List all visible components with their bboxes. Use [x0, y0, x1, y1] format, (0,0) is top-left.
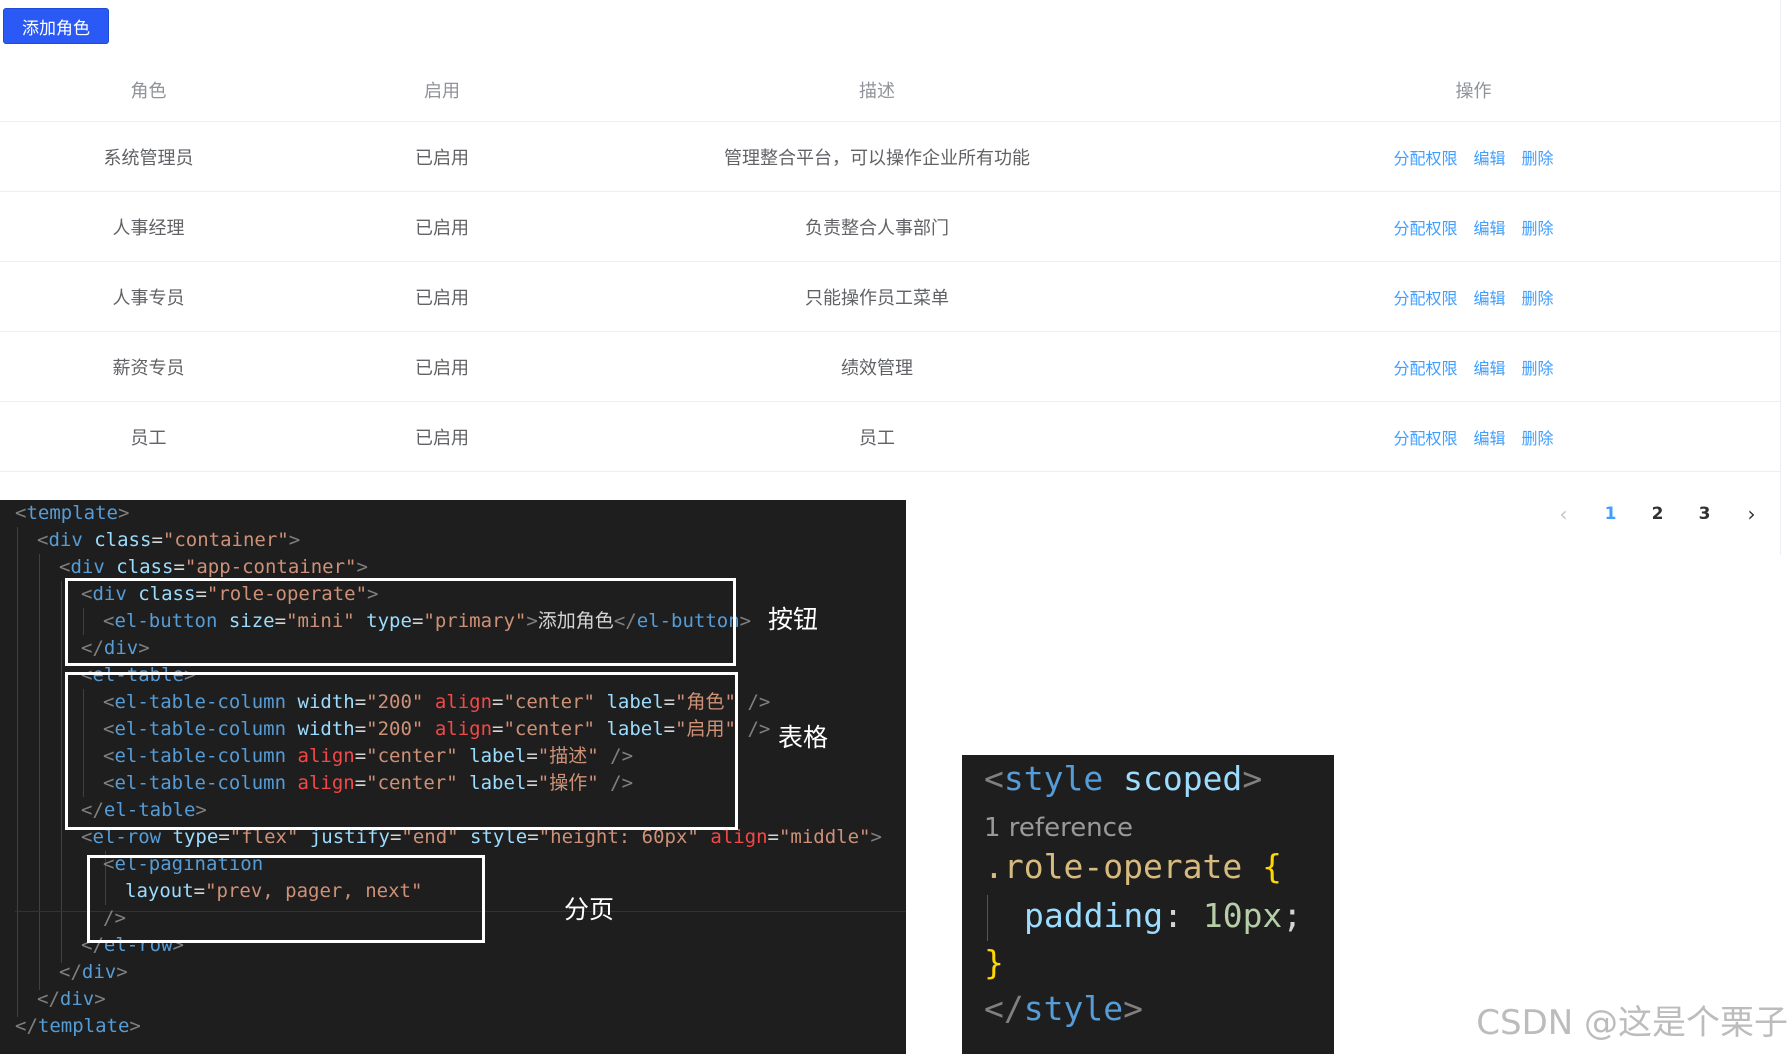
page-1[interactable]: 1	[1587, 504, 1634, 524]
description-cell: 绩效管理	[841, 357, 913, 379]
delete-link[interactable]: 删除	[1522, 355, 1554, 379]
enabled-cell: 已启用	[415, 357, 469, 379]
description-cell: 管理整合平台，可以操作企业所有功能	[724, 147, 1030, 169]
description-cell: 负责整合人事部门	[805, 217, 949, 239]
role-cell: 人事经理	[112, 217, 185, 239]
table-row: 员工 已启用 员工 分配权限 编辑 删除	[0, 402, 1780, 472]
code-line: </div>	[37, 988, 106, 1010]
reference-count: 1 reference	[984, 813, 1133, 843]
delete-link[interactable]: 删除	[1522, 285, 1554, 309]
enabled-cell: 已启用	[415, 287, 469, 309]
pagination-annotation: 分页	[564, 895, 615, 924]
header-operations: 操作	[1455, 80, 1492, 102]
code-line: <div class="container">	[37, 529, 301, 551]
delete-link[interactable]: 删除	[1522, 215, 1554, 239]
code-line: </template>	[15, 1015, 141, 1037]
chevron-right-icon[interactable]: ›	[1728, 502, 1775, 526]
style-line: }	[984, 943, 1004, 982]
role-cell: 人事专员	[112, 287, 185, 309]
page-2[interactable]: 2	[1634, 504, 1681, 524]
enabled-cell: 已启用	[415, 427, 469, 449]
style-line: <style scoped>	[984, 759, 1263, 798]
table-row: 薪资专员 已启用 绩效管理 分配权限 编辑 删除	[0, 332, 1780, 402]
add-role-button[interactable]: 添加角色	[3, 8, 109, 44]
assign-permission-link[interactable]: 分配权限	[1393, 425, 1457, 449]
table-header: 角色 启用 描述 操作	[0, 58, 1780, 122]
operations-cell: 分配权限 编辑 删除	[1167, 285, 1780, 309]
panel-divider	[1780, 0, 1781, 555]
indent-guide	[61, 581, 62, 963]
code-line: <template>	[15, 502, 130, 524]
page-3[interactable]: 3	[1681, 504, 1728, 524]
indent-guide	[39, 554, 40, 990]
assign-permission-link[interactable]: 分配权限	[1393, 145, 1457, 169]
indent-guide	[987, 895, 988, 941]
assign-permission-link[interactable]: 分配权限	[1393, 215, 1457, 239]
header-enabled: 启用	[424, 80, 460, 102]
pagination-highlight-box	[87, 855, 485, 943]
indent-guide	[17, 527, 18, 1017]
assign-permission-link[interactable]: 分配权限	[1393, 285, 1457, 309]
delete-link[interactable]: 删除	[1522, 425, 1554, 449]
roles-table: 角色 启用 描述 操作 系统管理员 已启用 管理整合平台，可以操作企业所有功能 …	[0, 58, 1780, 472]
code-line: <div class="app-container">	[59, 556, 368, 578]
table-annotation: 表格	[778, 723, 829, 752]
table-row: 人事经理 已启用 负责整合人事部门 分配权限 编辑 删除	[0, 192, 1780, 262]
edit-link[interactable]: 编辑	[1473, 215, 1505, 239]
description-cell: 员工	[859, 427, 895, 449]
header-description: 描述	[859, 80, 895, 102]
style-line: padding: 10px;	[1024, 896, 1303, 935]
style-code-panel: <style scoped> 1 reference .role-operate…	[962, 755, 1334, 1054]
role-cell: 系统管理员	[103, 147, 194, 169]
description-cell: 只能操作员工菜单	[805, 287, 949, 309]
table-row: 系统管理员 已启用 管理整合平台，可以操作企业所有功能 分配权限 编辑 删除	[0, 122, 1780, 192]
operations-cell: 分配权限 编辑 删除	[1167, 145, 1780, 169]
edit-link[interactable]: 编辑	[1473, 145, 1505, 169]
enabled-cell: 已启用	[415, 217, 469, 239]
style-line: </style>	[984, 989, 1143, 1028]
assign-permission-link[interactable]: 分配权限	[1393, 355, 1457, 379]
enabled-cell: 已启用	[415, 147, 469, 169]
header-role: 角色	[130, 80, 167, 102]
table-highlight-box	[65, 672, 738, 830]
chevron-left-icon[interactable]: ‹	[1540, 502, 1587, 526]
code-editor-panel: <template> <div class="container"> <div …	[0, 500, 906, 1054]
edit-link[interactable]: 编辑	[1473, 285, 1505, 309]
operations-cell: 分配权限 编辑 删除	[1167, 425, 1780, 449]
delete-link[interactable]: 删除	[1522, 145, 1554, 169]
operations-cell: 分配权限 编辑 删除	[1167, 355, 1780, 379]
button-highlight-box	[65, 578, 736, 666]
pagination: ‹ 1 2 3 ›	[1540, 498, 1775, 530]
role-cell: 薪资专员	[112, 357, 185, 379]
operations-cell: 分配权限 编辑 删除	[1167, 215, 1780, 239]
edit-link[interactable]: 编辑	[1473, 355, 1505, 379]
edit-link[interactable]: 编辑	[1473, 425, 1505, 449]
style-line: .role-operate {	[984, 847, 1283, 886]
table-row: 人事专员 已启用 只能操作员工菜单 分配权限 编辑 删除	[0, 262, 1780, 332]
code-line: </div>	[59, 961, 128, 983]
button-annotation: 按钮	[768, 605, 819, 634]
role-cell: 员工	[130, 427, 167, 449]
csdn-watermark: CSDN @这是个栗子	[1476, 1003, 1788, 1043]
